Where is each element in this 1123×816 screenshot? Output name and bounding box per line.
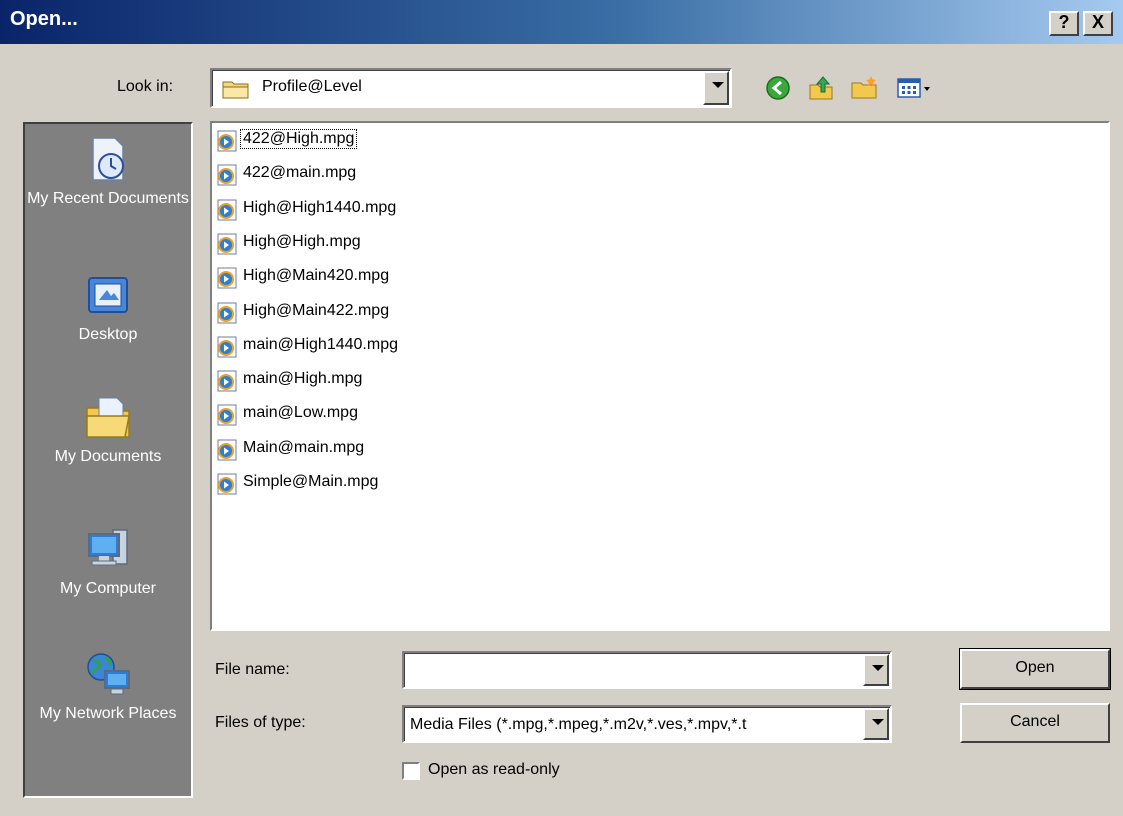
file-type-label: Files of type: [215,714,306,731]
place-desktop[interactable]: Desktop [25,270,191,344]
video-file-icon [217,439,239,461]
file-list[interactable]: 422@High.mpg 422@main.mpg High@High1440.mp… [210,121,1110,631]
file-name: main@Low.mpg [243,404,358,422]
place-my-documents[interactable]: My Documents [25,392,191,466]
places-bar: My Recent Documents Desktop My Documents… [23,122,193,798]
place-my-network-places[interactable]: My Network Places [25,649,191,723]
file-type-dropdown[interactable]: Media Files (*.mpg,*.mpeg,*.m2v,*.ves,*.… [402,705,892,743]
look-in-label: Look in: [117,78,174,95]
new-folder-icon[interactable] [849,73,879,103]
file-name: Main@main.mpg [243,438,365,456]
place-label: Desktop [78,326,138,343]
back-icon[interactable] [763,73,793,103]
file-name: main@High.mpg [243,370,363,388]
desktop-icon [88,277,128,313]
video-file-icon [217,130,239,152]
my-documents-icon [86,397,130,438]
place-my-recent-documents[interactable]: My Recent Documents [25,134,191,208]
views-menu-icon[interactable] [895,73,935,103]
video-file-icon [217,267,239,289]
file-name-dropdown-arrow[interactable] [863,654,889,686]
my-network-places-icon [87,653,130,695]
recent-documents-icon [92,137,124,181]
my-computer-icon [88,529,128,566]
file-name: 422@main.mpg [243,164,357,182]
place-label: My Recent Documents [27,190,189,207]
file-name: main@High1440.mpg [243,335,398,353]
file-name: High@High.mpg [243,232,361,250]
read-only-checkbox[interactable] [402,762,420,780]
read-only-label: Open as read-only [428,761,560,778]
look-in-value: Profile@Level [262,78,362,95]
video-file-icon [217,404,239,426]
video-file-icon [217,164,239,186]
file-name-input[interactable] [402,651,892,689]
file-name-label: File name: [215,661,290,678]
video-file-icon [217,233,239,255]
place-my-computer[interactable]: My Computer [25,524,191,598]
video-file-icon [217,199,239,221]
place-label: My Network Places [39,705,177,722]
help-button[interactable]: ? [1049,11,1079,36]
look-in-dropdown[interactable]: Profile@Level [210,68,732,108]
folder-icon [222,81,249,99]
video-file-icon [217,302,239,324]
look-in-dropdown-arrow[interactable] [703,71,729,105]
place-label: My Documents [54,448,162,465]
up-folder-icon[interactable] [806,73,836,103]
file-name: 422@High.mpg [239,129,358,149]
title-bar: Open... ? X [0,0,1123,44]
file-name: High@Main420.mpg [243,267,390,285]
close-button[interactable]: X [1083,11,1113,36]
file-type-value: Media Files (*.mpg,*.mpeg,*.m2v,*.ves,*.… [410,716,747,733]
video-file-icon [217,473,239,495]
video-file-icon [217,336,239,358]
file-name: High@Main422.mpg [243,301,390,319]
cancel-button[interactable]: Cancel [960,703,1110,743]
file-type-dropdown-arrow[interactable] [863,708,889,740]
window-title: Open... [10,8,78,30]
place-label: My Computer [59,580,157,597]
file-name: High@High1440.mpg [243,198,397,216]
video-file-icon [217,370,239,392]
open-button[interactable]: Open [959,648,1111,690]
file-name: Simple@Main.mpg [243,473,379,490]
